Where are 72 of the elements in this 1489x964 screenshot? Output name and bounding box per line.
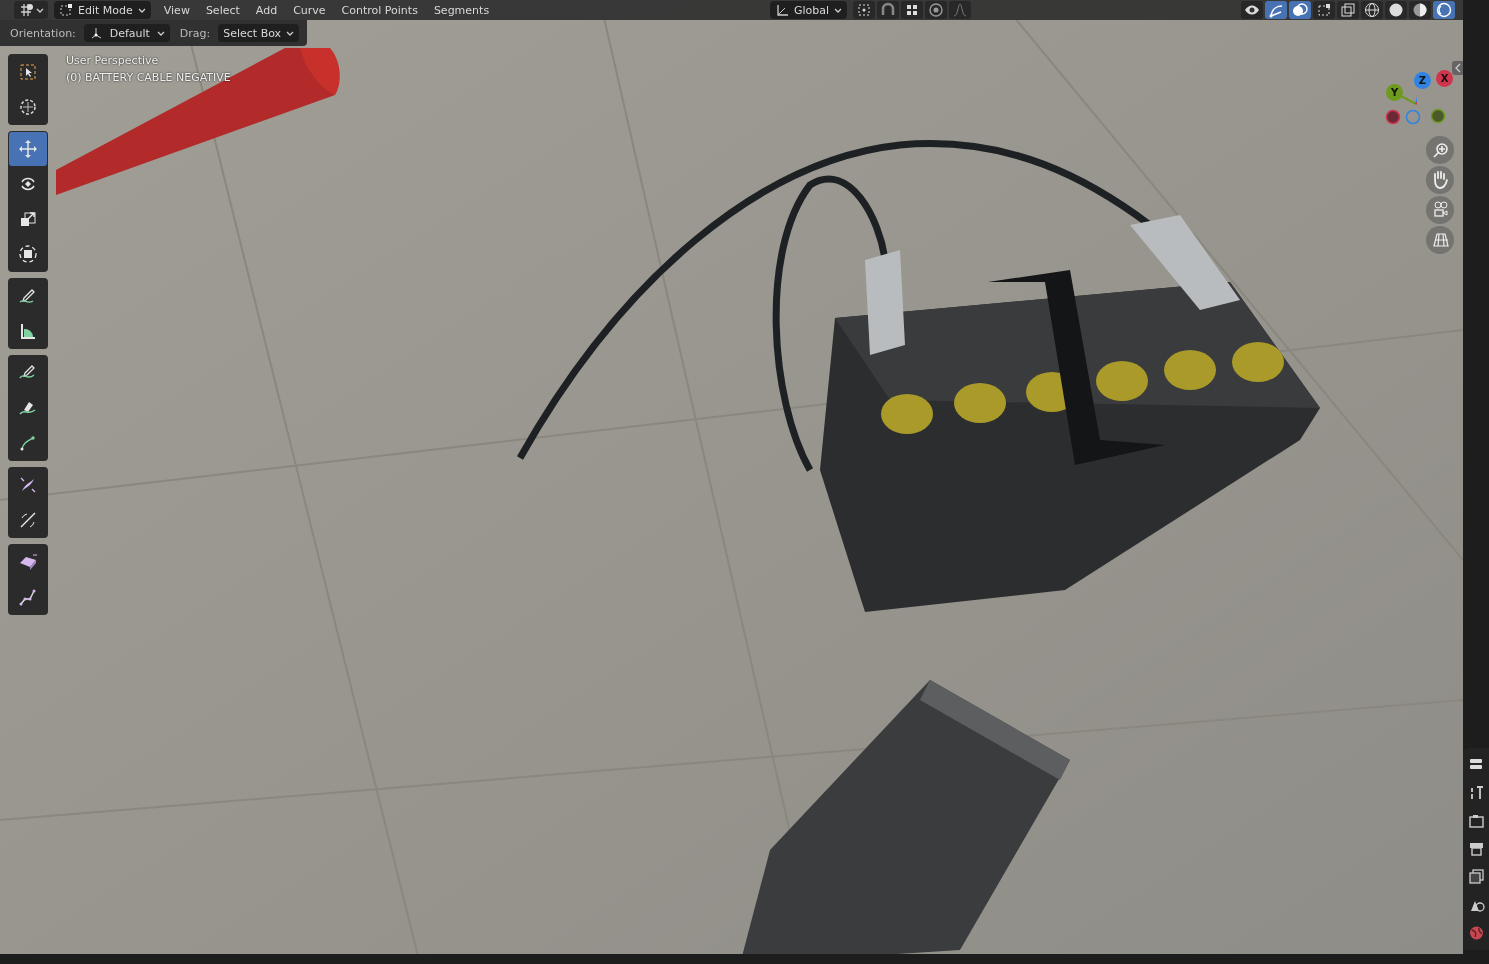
- circle-dot-icon: [928, 2, 945, 18]
- mode-dropdown[interactable]: Edit Mode: [54, 1, 151, 19]
- header-toggle-button[interactable]: [1361, 1, 1383, 19]
- falloff-curve-icon: [952, 2, 969, 18]
- header-toggle-button[interactable]: [925, 1, 948, 19]
- header-toggle-button[interactable]: [1409, 1, 1431, 19]
- view-name-label: User Perspective: [66, 54, 160, 67]
- radius-icon: [18, 475, 38, 495]
- header-toggle-button[interactable]: [1385, 1, 1407, 19]
- header-toggle-button[interactable]: [1265, 1, 1287, 19]
- viewport-scene[interactable]: Edit Mode View Select Add Curve Control Points Segments Global Orientation: Default Drag: Select Box User Perspective (0) BATTERY CABLE NEGATIVE Y Z X: [0, 0, 1463, 954]
- caret-icon: [834, 7, 843, 13]
- transform-orientation-dropdown[interactable]: Global: [770, 1, 848, 19]
- magnet-icon: [880, 2, 897, 18]
- connected-points-icon: [18, 587, 38, 607]
- drag-dropdown[interactable]: Select Box: [218, 24, 300, 42]
- header-toggle-button[interactable]: [901, 1, 924, 19]
- menu-item[interactable]: Add: [248, 1, 285, 19]
- rendered-sphere-icon: [1436, 2, 1452, 18]
- menu-item[interactable]: Curve: [286, 1, 333, 19]
- menu-item[interactable]: Control Points: [334, 1, 425, 19]
- caret-icon: [156, 30, 165, 36]
- sidebar-toggle-button[interactable]: [1452, 61, 1463, 75]
- cursor-icon: [18, 97, 38, 117]
- list-icon: [1469, 757, 1483, 771]
- navigation-button[interactable]: [1426, 166, 1454, 194]
- orientation-dropdown[interactable]: Default: [83, 24, 170, 42]
- caret-icon: [36, 7, 44, 13]
- menu-item[interactable]: Segments: [426, 1, 497, 19]
- scale-icon: [18, 209, 38, 229]
- chevron-left-icon: [1453, 63, 1462, 73]
- header-toggle-button[interactable]: [1433, 1, 1455, 19]
- material-sphere-icon: [1412, 2, 1428, 18]
- editor-type-button[interactable]: [14, 1, 48, 19]
- axes-icon: [18, 2, 34, 18]
- header-toggle-button[interactable]: [1241, 1, 1263, 19]
- solid-sphere-icon: [1388, 2, 1404, 18]
- navigation-gizmo[interactable]: Y Z X: [1374, 64, 1463, 134]
- pivot-icon: [856, 2, 873, 18]
- tilt-icon: [18, 510, 38, 530]
- header-toggle-button[interactable]: [949, 1, 972, 19]
- navigation-button[interactable]: [1426, 226, 1454, 254]
- navigation-button[interactable]: [1426, 136, 1454, 164]
- negative-axis-ball[interactable]: [1385, 109, 1401, 125]
- image-stack-icon: [1467, 867, 1485, 885]
- move-icon: [18, 139, 38, 159]
- handles-icon: [1316, 2, 1332, 18]
- caret-icon: [286, 30, 295, 36]
- box-icon: [18, 552, 38, 572]
- orientation-axes-icon: [775, 3, 789, 17]
- header-toggle-button[interactable]: [1289, 1, 1311, 19]
- header-toggle-button[interactable]: [1313, 1, 1335, 19]
- curve-points-icon: [18, 433, 38, 453]
- object-name-label: (0) BATTERY CABLE NEGATIVE: [66, 71, 231, 84]
- header-toggle-button[interactable]: [853, 1, 876, 19]
- gizmo-arrows-icon: [1268, 2, 1284, 18]
- orientation-label: Orientation:: [10, 26, 76, 40]
- edit-mode-icon: [59, 3, 73, 17]
- select-box-icon: [18, 62, 38, 82]
- overlapping-circles-icon: [1292, 2, 1308, 18]
- caret-icon: [137, 7, 146, 13]
- menu-item[interactable]: View: [156, 1, 197, 19]
- ruler-icon: [18, 321, 38, 341]
- drag-label: Drag:: [179, 26, 211, 40]
- wireframe-sphere-icon: [1364, 2, 1380, 18]
- transform-icon: [18, 244, 38, 264]
- navigation-button[interactable]: [1426, 196, 1454, 224]
- menu-item[interactable]: Select: [198, 1, 247, 19]
- header-toggle-button[interactable]: [1337, 1, 1359, 19]
- negative-axis-ball[interactable]: [1430, 108, 1446, 124]
- xray-icon: [1340, 2, 1356, 18]
- header-toggle-button[interactable]: [877, 1, 900, 19]
